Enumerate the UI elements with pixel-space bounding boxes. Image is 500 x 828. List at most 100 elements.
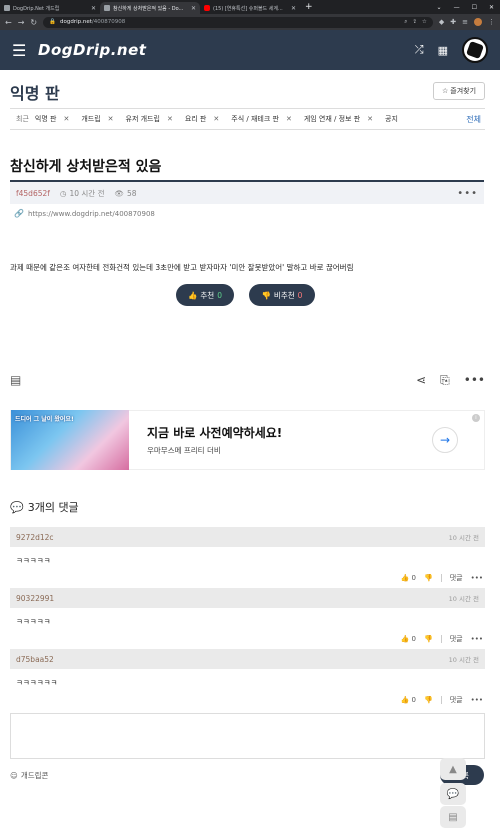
favorite-label: 즐겨찾기 — [450, 87, 477, 95]
site-header: ☰ DogDrip.net ⤮ ▦ — [0, 30, 500, 70]
hamburger-menu-icon[interactable]: ☰ — [12, 41, 32, 60]
more-options-icon[interactable]: ••• — [471, 696, 483, 704]
comment-like-button[interactable]: 👍 0 — [401, 696, 416, 704]
dropdown-icon[interactable]: ⌄ — [437, 4, 442, 11]
close-icon[interactable]: ✕ — [291, 5, 296, 12]
remove-icon[interactable]: ✕ — [63, 115, 69, 123]
new-tab-button[interactable]: + — [305, 2, 313, 12]
more-options-icon[interactable]: ••• — [457, 188, 478, 199]
forward-icon[interactable]: → — [18, 18, 25, 27]
browser-tab[interactable]: (15) [연휴특선] 슈퍼볼드 세계... ✕ — [200, 2, 300, 14]
share-icon[interactable]: ⇪ — [412, 19, 417, 26]
comment-time: 10 시간 전 — [448, 656, 479, 664]
profile-avatar-icon[interactable] — [474, 18, 482, 26]
arrow-right-icon[interactable]: → — [432, 427, 458, 453]
emoticon-button[interactable]: ☺ 개드립콘 — [10, 770, 48, 781]
thumbs-down-icon[interactable]: 👎 — [424, 696, 433, 704]
browser-menu-icon[interactable]: ⋮ — [488, 18, 495, 26]
recent-item[interactable]: 유저 개드립 ✕ — [126, 114, 173, 124]
minimize-icon[interactable]: — — [454, 4, 460, 11]
board-title[interactable]: 익명 판 — [10, 80, 60, 104]
comment-reply-button[interactable]: 댓글 — [450, 695, 463, 705]
thumbs-down-icon[interactable]: 👎 — [424, 574, 433, 582]
browser-tab-active[interactable]: 참신하게 상처받은적 있음 - Do... ✕ — [100, 2, 200, 14]
downvote-label: 비추천 — [273, 290, 295, 300]
recent-item-label: 공지 — [385, 115, 398, 123]
info-icon[interactable]: i — [472, 414, 480, 422]
more-options-icon[interactable]: ••• — [471, 635, 483, 643]
permalink[interactable]: 🔗 https://www.dogdrip.net/400870908 — [14, 209, 155, 218]
post-author[interactable]: f45d652f — [16, 189, 50, 198]
comment-like-button[interactable]: 👍 0 — [401, 574, 416, 582]
recent-item[interactable]: 공지 — [385, 114, 398, 124]
close-icon[interactable]: ✕ — [91, 5, 96, 12]
browser-tab[interactable]: DogDrip.Net 개드립 ✕ — [0, 2, 100, 14]
recent-item[interactable]: 요리 판 ✕ — [185, 114, 219, 124]
post-meta: f45d652f ◷ 10 시간 전 👁 58 ••• — [10, 180, 484, 204]
comment-time: 10 시간 전 — [448, 534, 479, 542]
scroll-top-icon[interactable]: ▲ — [440, 758, 466, 780]
reload-icon[interactable]: ↻ — [30, 18, 37, 27]
post-content: 과제 때문에 같은조 여자한테 전화건적 있는데 3초만에 받고 받자마자 '미… — [10, 263, 354, 272]
ad-banner[interactable]: 드디어 그 날이 왔어요! 지금 바로 사전예약하세요! 우마무스메 프리티 더… — [10, 410, 485, 470]
permalink-url[interactable]: https://www.dogdrip.net/400870908 — [28, 210, 155, 218]
lock-icon: 🔒 — [49, 19, 56, 25]
url-field[interactable]: 🔒 dogdrip.net/400870908 ⌕ ⇪ ☆ — [43, 16, 433, 28]
comment-author[interactable]: d75baa52 — [16, 655, 54, 664]
comment-author[interactable]: 9272d12c — [16, 533, 54, 542]
recent-label: 최근 — [16, 115, 29, 123]
recent-item[interactable]: 개드립 ✕ — [81, 114, 113, 124]
close-icon[interactable]: ✕ — [191, 5, 196, 12]
emoticon-label: 개드립콘 — [20, 771, 49, 780]
remove-icon[interactable]: ✕ — [213, 115, 219, 123]
extensions-puzzle-icon[interactable]: ✚ — [450, 18, 456, 26]
floating-list-icon[interactable]: ▤ — [440, 806, 466, 828]
maximize-icon[interactable]: ☐ — [472, 4, 477, 11]
comment-likes: 0 — [411, 696, 416, 704]
window-close-icon[interactable]: ✕ — [489, 4, 494, 11]
address-bar-row: ← → ↻ 🔒 dogdrip.net/400870908 ⌕ ⇪ ☆ ◆ ✚ … — [0, 14, 500, 30]
floating-comments-icon[interactable]: 💬 — [440, 783, 466, 805]
list-icon[interactable]: ▤ — [10, 373, 21, 387]
remove-icon[interactable]: ✕ — [167, 115, 173, 123]
media-icon[interactable]: ≡ — [462, 18, 468, 26]
ad-image-text: 드디어 그 날이 왔어요! — [15, 416, 74, 423]
thumbs-up-icon: 👍 — [188, 290, 198, 300]
ad-image: 드디어 그 날이 왔어요! — [11, 410, 129, 470]
remove-icon[interactable]: ✕ — [108, 115, 114, 123]
recent-item-label: 요리 판 — [184, 115, 207, 123]
remove-icon[interactable]: ✕ — [367, 115, 373, 123]
bookmark-star-icon[interactable]: ☆ — [422, 19, 427, 26]
favorite-button[interactable]: ☆ 즐겨찾기 — [433, 82, 485, 100]
thumbs-down-icon[interactable]: 👎 — [424, 635, 433, 643]
comment-input[interactable] — [10, 713, 485, 759]
more-options-icon[interactable]: ••• — [471, 574, 483, 582]
browser-tabbar: DogDrip.Net 개드립 ✕ 참신하게 상처받은적 있음 - Do... … — [0, 0, 500, 14]
shuffle-icon[interactable]: ⤮ — [415, 43, 424, 57]
clock-icon: ◷ — [59, 188, 67, 198]
site-logo[interactable]: DogDrip.net — [38, 41, 146, 59]
star-icon: ☆ — [441, 87, 449, 95]
recent-item[interactable]: 익명 판 ✕ — [35, 114, 69, 124]
smile-icon: ☺ — [10, 771, 18, 780]
downvote-button[interactable]: 👎 비추천 0 — [249, 284, 315, 306]
share-icon[interactable]: ⋖ — [416, 373, 426, 388]
more-options-icon[interactable]: ••• — [464, 373, 485, 388]
back-icon[interactable]: ← — [5, 18, 12, 27]
zoom-icon[interactable]: ⌕ — [404, 19, 407, 26]
upvote-button[interactable]: 👍 추천 0 — [176, 284, 234, 306]
comment-reply-button[interactable]: 댓글 — [450, 634, 463, 644]
bookmark-icon[interactable]: ⎘ — [440, 373, 450, 388]
comment-reply-button[interactable]: 댓글 — [450, 573, 463, 583]
comment-like-button[interactable]: 👍 0 — [401, 635, 416, 643]
recent-item[interactable]: 주식 / 재테크 판 ✕ — [231, 114, 292, 124]
site-favicon-icon — [4, 5, 10, 11]
recent-all-link[interactable]: 전체 — [462, 114, 481, 125]
remove-icon[interactable]: ✕ — [286, 115, 292, 123]
extension-icon[interactable]: ◆ — [439, 18, 444, 26]
comment-author[interactable]: 90322991 — [16, 594, 54, 603]
comment-item: 90322991 10 시간 전 ㅋㅋㅋㅋㅋ 👍 0 👎 댓글 ••• — [10, 588, 485, 648]
recent-item[interactable]: 게임 연재 / 정보 판 ✕ — [304, 114, 373, 124]
grid-menu-icon[interactable]: ▦ — [438, 44, 448, 57]
user-avatar[interactable] — [462, 37, 488, 63]
